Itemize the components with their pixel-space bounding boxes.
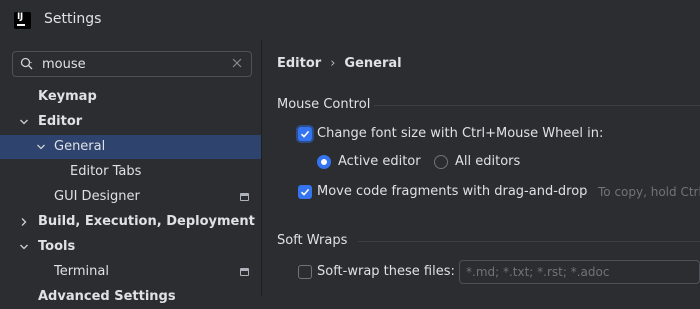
settings-sidebar: Keymap Editor General Editor Tabs GUI De… [0, 40, 261, 304]
active-editor-radio[interactable] [317, 155, 331, 169]
chevron-down-icon[interactable] [36, 142, 46, 152]
clear-search-icon[interactable] [231, 57, 243, 69]
tree-item-terminal[interactable]: Terminal [0, 260, 261, 284]
section-divider [358, 241, 700, 242]
chevron-down-icon[interactable] [19, 117, 29, 127]
settings-search-box[interactable] [12, 51, 252, 77]
breadcrumb: Editor › General [277, 56, 402, 71]
search-icon[interactable] [20, 57, 34, 71]
breadcrumb-parent[interactable]: Editor [277, 56, 321, 71]
tree-item-label: General [54, 139, 106, 154]
soft-wrap-files-label[interactable]: Soft-wrap these files: [317, 264, 455, 279]
settings-search-input[interactable] [42, 55, 222, 73]
tree-item-editor-tabs[interactable]: Editor Tabs [0, 160, 261, 184]
tree-item-gui-designer[interactable]: GUI Designer [0, 185, 261, 209]
soft-wrap-files-input[interactable] [466, 264, 686, 280]
tree-item-editor[interactable]: Editor [0, 110, 261, 134]
section-title-mouse-control: Mouse Control [277, 97, 371, 112]
tree-item-label: Keymap [38, 89, 97, 104]
breadcrumb-separator: › [330, 56, 336, 71]
tree-item-label: Build, Execution, Deployment [38, 214, 255, 229]
soft-wrap-files-field[interactable] [459, 260, 700, 284]
tree-item-keymap[interactable]: Keymap [0, 85, 261, 109]
active-editor-label[interactable]: Active editor [338, 154, 421, 169]
all-editors-label[interactable]: All editors [455, 154, 520, 169]
tree-item-general[interactable]: General [0, 135, 261, 159]
tree-item-tools[interactable]: Tools [0, 235, 261, 259]
tree-item-advanced-settings[interactable]: Advanced Settings [0, 285, 261, 309]
tree-item-label: Advanced Settings [38, 289, 176, 304]
chevron-down-icon[interactable] [19, 242, 29, 252]
tree-item-label: Editor [38, 114, 83, 129]
intellij-logo-icon: IJ [14, 12, 31, 29]
move-code-hint: To copy, hold Ctrl [598, 185, 700, 199]
title-bar: IJ Settings [0, 0, 700, 40]
window-title: Settings [44, 11, 102, 27]
change-font-size-checkbox[interactable] [298, 127, 312, 141]
soft-wrap-files-checkbox[interactable] [298, 265, 312, 279]
move-code-fragments-label[interactable]: Move code fragments with drag-and-drop [317, 184, 587, 199]
section-title-soft-wraps: Soft Wraps [277, 233, 348, 248]
settings-content: Editor › General Mouse Control Change font… [262, 40, 700, 296]
project-scope-icon [240, 268, 249, 276]
tree-item-label: Tools [38, 239, 76, 254]
project-scope-icon [240, 193, 249, 201]
tree-item-label: Terminal [54, 264, 109, 279]
tree-item-label: Editor Tabs [70, 164, 142, 179]
change-font-size-label[interactable]: Change font size with Ctrl+Mouse Wheel i… [317, 126, 603, 141]
section-divider [374, 105, 700, 106]
tree-item-build-execution-deployment[interactable]: Build, Execution, Deployment [0, 210, 261, 234]
chevron-right-icon[interactable] [19, 217, 29, 227]
tree-item-label: GUI Designer [54, 189, 140, 204]
breadcrumb-current: General [344, 56, 402, 71]
all-editors-radio[interactable] [434, 155, 448, 169]
move-code-fragments-checkbox[interactable] [298, 185, 312, 199]
